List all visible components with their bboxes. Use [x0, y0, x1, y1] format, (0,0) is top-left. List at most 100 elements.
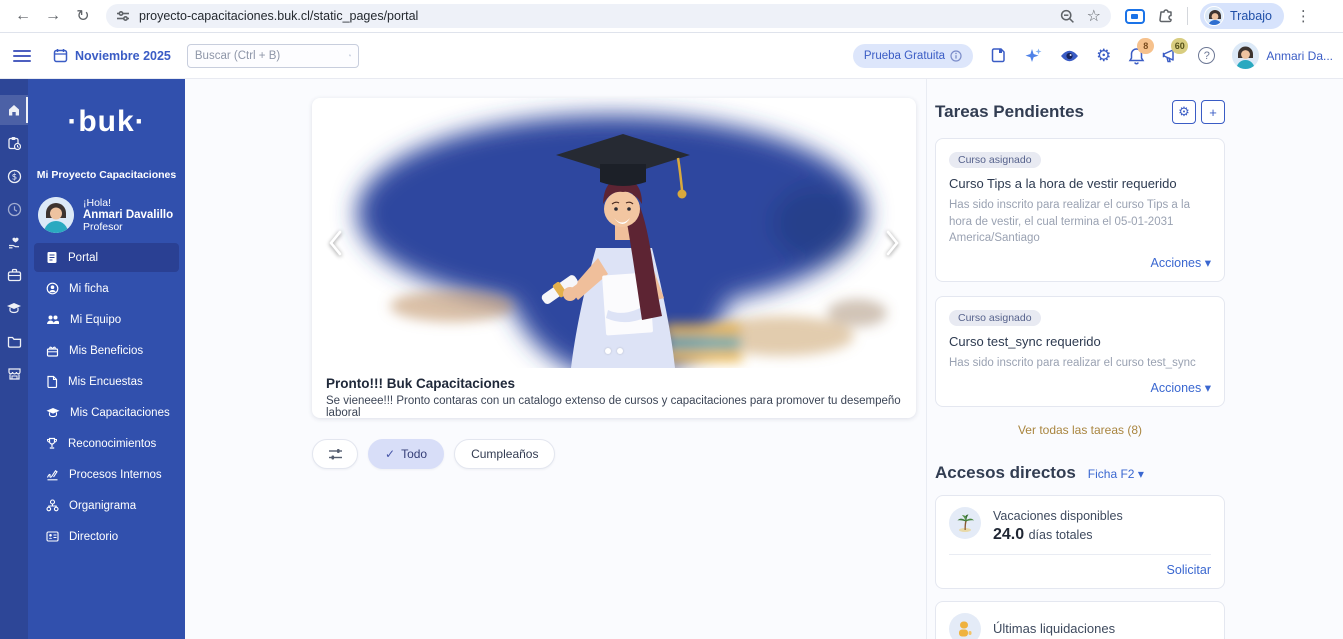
- sidebar-item-label: Mis Beneficios: [69, 345, 143, 357]
- sidebar-item-label: Directorio: [69, 531, 118, 543]
- shortcuts-header: Accesos directos Ficha F2 ▾: [935, 463, 1225, 483]
- people-icon: [46, 314, 60, 325]
- sidebar-user-name: Anmari Davalillo: [83, 209, 173, 221]
- payslips-card: Últimas liquidaciones Noviembre 2025 Oct…: [935, 601, 1225, 639]
- rail-time-icon[interactable]: [0, 194, 28, 224]
- rail-folder-icon[interactable]: [0, 326, 28, 356]
- site-info-icon[interactable]: [116, 9, 130, 23]
- sidebar-item-mi-equipo[interactable]: Mi Equipo: [34, 305, 179, 334]
- rail-tasks-icon[interactable]: [0, 128, 28, 158]
- gear-icon: ⚙: [1178, 104, 1190, 120]
- signature-pen-icon: [46, 469, 59, 481]
- chevron-down-icon: ▾: [1205, 256, 1211, 270]
- info-icon: [950, 50, 962, 62]
- carousel-next-icon[interactable]: [880, 226, 906, 260]
- search-icon[interactable]: [349, 49, 351, 62]
- sidebar-item-mis-capacitaciones[interactable]: Mis Capacitaciones: [34, 398, 179, 427]
- extensions-icon[interactable]: [1157, 7, 1175, 25]
- sidebar-item-mi-ficha[interactable]: Mi ficha: [34, 274, 179, 303]
- chrome-actions: Trabajo ⋮: [1125, 3, 1321, 29]
- sidebar: ·buk· Mi Proyecto Capacitaciones ¡Hola! …: [28, 79, 185, 639]
- person-circle-icon: [46, 282, 59, 295]
- rail-money-icon[interactable]: $: [0, 161, 28, 191]
- user-menu[interactable]: Anmari Da...: [1232, 42, 1333, 69]
- carousel-caption: Pronto!!! Buk Capacitaciones Se vieneee!…: [312, 368, 916, 427]
- shortcuts-title: Accesos directos: [935, 463, 1076, 483]
- sliders-icon: [328, 448, 343, 461]
- main-content: Pronto!!! Buk Capacitaciones Se vieneee!…: [185, 79, 1343, 639]
- rail-training-icon[interactable]: [0, 293, 28, 323]
- bookmark-star-icon[interactable]: ☆: [1087, 6, 1101, 26]
- tasks-add-button[interactable]: +: [1201, 100, 1225, 124]
- check-icon: ✓: [385, 447, 395, 461]
- reload-icon[interactable]: ↻: [68, 6, 98, 26]
- carousel-dots[interactable]: [312, 348, 916, 354]
- global-search[interactable]: [187, 44, 359, 68]
- ficha-selector-dropdown[interactable]: Ficha F2 ▾: [1088, 467, 1144, 481]
- announcements-megaphone-icon[interactable]: 60: [1162, 47, 1181, 64]
- address-bar[interactable]: proyecto-capacitaciones.buk.cl/static_pa…: [106, 4, 1111, 28]
- task-badge: Curso asignado: [949, 310, 1041, 326]
- filter-settings-button[interactable]: [312, 439, 358, 469]
- notifications-bell-icon[interactable]: 8: [1128, 47, 1145, 65]
- menu-icon[interactable]: [13, 47, 31, 65]
- task-actions-dropdown[interactable]: Acciones ▾: [949, 255, 1211, 270]
- vacations-value: 24.0: [993, 526, 1024, 543]
- view-all-tasks-link[interactable]: Ver todas las tareas (8): [935, 423, 1225, 437]
- svg-text:$: $: [11, 172, 16, 182]
- sidebar-item-label: Mis Capacitaciones: [70, 407, 170, 419]
- sidebar-item-mis-encuestas[interactable]: Mis Encuestas: [34, 367, 179, 396]
- right-panel: Tareas Pendientes ⚙ + Curso asignado Cur…: [935, 79, 1225, 639]
- browser-menu-icon[interactable]: ⋮: [1296, 7, 1311, 25]
- task-actions-dropdown[interactable]: Acciones ▾: [949, 380, 1211, 395]
- search-input[interactable]: [195, 50, 349, 62]
- sidebar-item-portal[interactable]: Portal: [34, 243, 179, 272]
- media-control-icon[interactable]: [1125, 9, 1145, 24]
- sidebar-item-label: Reconocimientos: [68, 438, 156, 450]
- buk-logo: ·buk·: [28, 105, 185, 139]
- vacations-unit: días totales: [1029, 528, 1093, 542]
- gear-icon[interactable]: ⚙: [1096, 46, 1111, 66]
- zoom-out-icon[interactable]: [1060, 9, 1075, 24]
- carousel-prev-icon[interactable]: [322, 226, 348, 260]
- filter-all-button[interactable]: ✓ Todo: [368, 439, 444, 469]
- announcement-carousel: Pronto!!! Buk Capacitaciones Se vieneee!…: [312, 98, 916, 418]
- forward-icon[interactable]: →: [38, 7, 68, 25]
- sidebar-item-reconocimientos[interactable]: Reconocimientos: [34, 429, 179, 458]
- sidebar-item-label: Procesos Internos: [69, 469, 162, 481]
- tasks-title: Tareas Pendientes: [935, 102, 1084, 122]
- browser-profile-chip[interactable]: Trabajo: [1200, 3, 1284, 29]
- sidebar-item-label: Organigrama: [69, 500, 136, 512]
- app-topbar: Noviembre 2025 Prueba Gratuita ⚙ 8: [0, 33, 1343, 79]
- chevron-down-icon: ▾: [1205, 381, 1211, 395]
- sparkles-icon[interactable]: [1024, 47, 1043, 65]
- request-vacation-link[interactable]: Solicitar: [949, 563, 1211, 577]
- user-avatar: [1232, 42, 1259, 69]
- filter-birthdays-label: Cumpleaños: [471, 447, 538, 461]
- rail-store-icon[interactable]: [0, 359, 28, 389]
- sidebar-item-mis-beneficios[interactable]: Mis Beneficios: [34, 336, 179, 365]
- help-icon[interactable]: ?: [1198, 47, 1215, 64]
- back-icon[interactable]: ←: [8, 7, 38, 25]
- eye-icon[interactable]: [1060, 49, 1079, 63]
- filter-birthdays-button[interactable]: Cumpleaños: [454, 439, 555, 469]
- sidebar-item-directorio[interactable]: Directorio: [34, 522, 179, 551]
- browser-profile-avatar: [1204, 6, 1224, 26]
- period-selector[interactable]: Noviembre 2025: [53, 48, 171, 63]
- task-title: Curso Tips a la hora de vestir requerido: [949, 176, 1211, 191]
- rail-home-icon[interactable]: [0, 95, 28, 125]
- sidebar-item-label: Portal: [68, 252, 98, 264]
- sidebar-item-organigrama[interactable]: Organigrama: [34, 491, 179, 520]
- sidebar-item-label: Mi ficha: [69, 283, 109, 295]
- sidebar-item-procesos-internos[interactable]: Procesos Internos: [34, 460, 179, 489]
- browser-profile-label: Trabajo: [1230, 9, 1272, 23]
- url-text[interactable]: proyecto-capacitaciones.buk.cl/static_pa…: [139, 9, 1048, 23]
- rail-briefcase-icon[interactable]: [0, 260, 28, 290]
- rail-benefits-icon[interactable]: [0, 227, 28, 257]
- sidebar-user-block[interactable]: ¡Hola! Anmari Davalillo Profesor: [38, 197, 185, 233]
- browser-chrome: ← → ↻ proyecto-capacitaciones.buk.cl/sta…: [0, 0, 1343, 33]
- tasks-settings-button[interactable]: ⚙: [1172, 100, 1196, 124]
- panel-divider: [926, 79, 927, 639]
- bookmark-icon[interactable]: [990, 47, 1007, 64]
- trial-badge[interactable]: Prueba Gratuita: [853, 44, 973, 68]
